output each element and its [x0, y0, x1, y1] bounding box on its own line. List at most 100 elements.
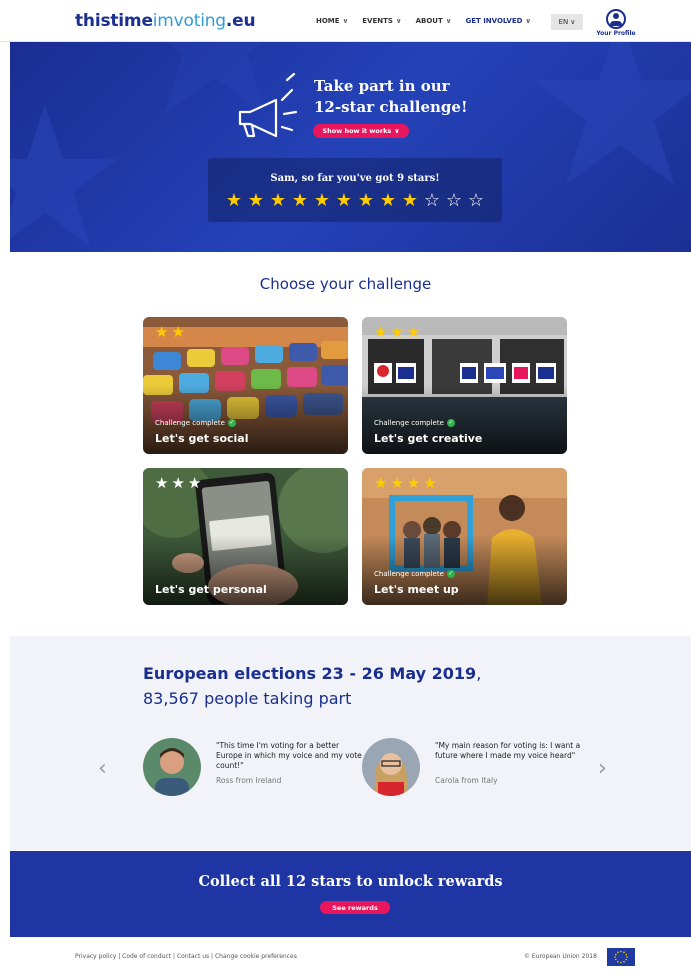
nav-item-events[interactable]: EVENTS ∨ [362, 17, 401, 25]
elections-heading-rest: , [476, 664, 482, 683]
challenge-card-social[interactable]: ★ ★ Challenge complete ✓ Let's get social [143, 317, 348, 454]
show-how-it-works-button[interactable]: Show how it works ∨ [313, 124, 409, 138]
star-filled-icon: ★ [401, 190, 419, 211]
copyright-text: © European Union 2018 [524, 953, 597, 960]
hero-title-line1: Take part in our [314, 77, 450, 95]
star-empty-icon: ★ [155, 474, 169, 492]
status-text: Challenge complete [374, 570, 444, 578]
star-filled-icon: ★ [269, 190, 287, 211]
chevron-down-icon: ∨ [394, 127, 400, 135]
avatar [362, 738, 420, 796]
site-logo[interactable]: thistimeimvoting.eu [75, 11, 256, 31]
background-star-icon [533, 42, 691, 185]
star-rating: ★ ★ ★ ★ ★ ★ ★ ★ ★ ☆ ☆ ☆ [224, 191, 486, 211]
nav-item-about[interactable]: ABOUT ∨ [416, 17, 452, 25]
profile-link[interactable]: Your Profile [596, 9, 636, 37]
star-filled-icon: ★ [406, 323, 421, 341]
star-filled-icon: ★ [390, 474, 404, 492]
main-nav: HOME ∨ EVENTS ∨ ABOUT ∨ GET INVOLVED ∨ [316, 17, 531, 25]
challenge-card-creative[interactable]: ★ ★ ★ Challenge complete ✓ Let's get creati… [362, 317, 567, 454]
challenge-card-meet-up[interactable]: ★ ★ ★ ★ Challenge complete ✓ Let's meet up [362, 468, 567, 605]
nav-item-get-involved[interactable]: GET INVOLVED ∨ [465, 17, 531, 25]
testimonial-quote: "This time I'm voting for a better Europ… [216, 741, 362, 770]
star-filled-icon: ★ [406, 474, 421, 492]
star-empty-icon: ★ [171, 474, 185, 492]
star-filled-icon: ★ [379, 190, 397, 211]
card-title: Let's get creative [374, 432, 483, 445]
see-rewards-button[interactable]: See rewards [320, 901, 390, 914]
nav-item-home[interactable]: HOME ∨ [316, 17, 348, 25]
card-star-rating: ★ ★ ★ ★ [374, 476, 437, 491]
testimonial-quote: "My main reason for voting is: I want a … [435, 741, 581, 760]
hero-title-line2: 12-star challenge! [314, 98, 468, 116]
challenge-card-personal[interactable]: ★ ★ ★ Let's get personal [143, 468, 348, 605]
challenge-complete-badge: Challenge complete ✓ [374, 570, 455, 578]
chevron-right-icon[interactable]: › [598, 756, 607, 781]
participants-count: 83,567 people taking part [143, 689, 352, 708]
star-filled-icon: ★ [423, 474, 437, 492]
nav-label: GET INVOLVED [465, 17, 523, 25]
footer-links[interactable]: Privacy policy | Code of conduct | Conta… [75, 953, 297, 960]
card-star-rating: ★ ★ [155, 325, 185, 340]
star-filled-icon: ★ [313, 190, 331, 211]
chevron-down-icon: ∨ [525, 17, 532, 25]
chevron-down-icon: ∨ [445, 17, 452, 25]
language-selector[interactable]: EN ∨ [551, 14, 583, 30]
check-circle-icon: ✓ [227, 419, 236, 427]
chevron-down-icon: ∨ [570, 18, 576, 26]
star-filled-icon: ★ [357, 190, 375, 211]
button-label: Show how it works [322, 127, 392, 135]
challenge-complete-badge: Challenge complete ✓ [374, 419, 455, 427]
card-title: Let's get personal [155, 583, 267, 596]
user-icon [606, 9, 626, 29]
star-empty-icon: ☆ [467, 190, 485, 211]
star-filled-icon: ★ [171, 323, 185, 341]
star-filled-icon: ★ [390, 323, 404, 341]
avatar [143, 738, 201, 796]
background-star-icon [10, 105, 117, 246]
status-text: Challenge complete [155, 419, 225, 427]
star-empty-icon: ☆ [445, 190, 463, 211]
star-filled-icon: ★ [225, 190, 243, 211]
card-title: Let's meet up [374, 583, 459, 596]
nav-label: ABOUT [415, 17, 443, 25]
megaphone-icon [238, 72, 298, 138]
star-filled-icon: ★ [247, 190, 265, 211]
star-filled-icon: ★ [291, 190, 309, 211]
chevron-down-icon: ∨ [342, 17, 349, 25]
testimonial-author: Ross from Ireland [216, 776, 282, 785]
avatar-ross-image [143, 738, 201, 796]
hero-banner: Take part in our 12-star challenge! Show… [10, 42, 691, 252]
check-circle-icon: ✓ [446, 419, 455, 427]
site-header: thistimeimvoting.eu HOME ∨ EVENTS ∨ ABOUT ∨… [0, 0, 691, 42]
chevron-down-icon: ∨ [395, 17, 402, 25]
rewards-banner [10, 851, 691, 937]
profile-label: Your Profile [596, 30, 636, 37]
logo-part-imvoting: imvoting [152, 11, 226, 31]
challenge-complete-badge: Challenge complete ✓ [155, 419, 236, 427]
nav-label: EVENTS [362, 17, 393, 25]
hero-title: Take part in our 12-star challenge! [314, 76, 468, 118]
status-text: Challenge complete [374, 419, 444, 427]
stars-progress-text: Sam, so far you've got 9 stars! [270, 173, 440, 184]
stars-progress-panel: Sam, so far you've got 9 stars! ★ ★ ★ ★ ★ ★ ★ ★… [208, 158, 502, 222]
button-label: See rewards [332, 903, 378, 912]
star-filled-icon: ★ [374, 474, 388, 492]
star-filled-icon: ★ [374, 323, 388, 341]
logo-part-thistime: thistime [75, 11, 153, 31]
card-star-rating: ★ ★ ★ [374, 325, 420, 340]
rewards-title: Collect all 12 stars to unlock rewards [198, 873, 503, 890]
card-star-rating: ★ ★ ★ [155, 476, 201, 491]
star-filled-icon: ★ [335, 190, 353, 211]
avatar-carola-image [362, 738, 420, 796]
check-circle-icon: ✓ [446, 570, 455, 578]
chevron-left-icon[interactable]: ‹ [98, 756, 107, 781]
star-filled-icon: ★ [155, 323, 169, 341]
star-empty-icon: ★ [187, 474, 202, 492]
elections-heading-bold: European elections 23 - 26 May 2019 [143, 664, 477, 683]
eu-flag-icon [607, 948, 635, 966]
card-title: Let's get social [155, 432, 249, 445]
language-label: EN [558, 18, 569, 26]
star-empty-icon: ☆ [423, 190, 441, 211]
nav-label: HOME [316, 17, 340, 25]
